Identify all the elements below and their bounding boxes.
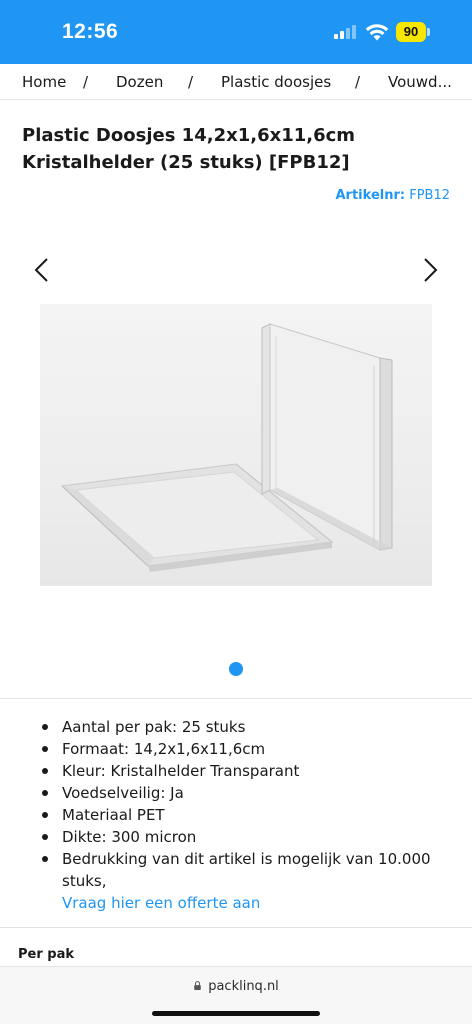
wifi-icon: [365, 24, 389, 41]
sku-label: Artikelnr:: [335, 188, 406, 203]
carousel-dot-active[interactable]: [229, 662, 243, 676]
divider: [0, 927, 472, 928]
battery-indicator: 90: [396, 22, 430, 42]
breadcrumb-vouwdoosjes[interactable]: Vouwd...: [388, 73, 452, 91]
address-bar[interactable]: packlinq.nl: [0, 979, 472, 994]
spec-item: Aantal per pak: 25 stuks: [40, 716, 460, 738]
sku: Artikelnr: FPB12: [336, 188, 451, 203]
lock-icon: [194, 981, 201, 990]
chevron-right-icon[interactable]: [416, 256, 444, 284]
spec-list: Aantal per pak: 25 stuks Formaat: 14,2x1…: [40, 716, 460, 914]
spec-item-text: Bedrukking van dit artikel is mogelijk v…: [62, 850, 431, 890]
spec-item: Materiaal PET: [40, 804, 460, 826]
status-bar: 12:56 90: [0, 0, 472, 64]
spec-item-printing: Bedrukking van dit artikel is mogelijk v…: [40, 848, 460, 914]
breadcrumb: Home / Dozen / Plastic doosjes / Vouwd..…: [0, 64, 472, 100]
spec-item: Formaat: 14,2x1,6x11,6cm: [40, 738, 460, 760]
chevron-left-icon[interactable]: [28, 256, 56, 284]
breadcrumb-separator: /: [355, 73, 361, 91]
title-line-2: Kristalhelder (25 stuks) [FPB12]: [22, 152, 350, 173]
breadcrumb-plastic-doosjes[interactable]: Plastic doosjes: [221, 73, 331, 91]
divider: [0, 698, 472, 699]
per-pak-label: Per pak: [18, 947, 75, 962]
spec-item: Dikte: 300 micron: [40, 826, 460, 848]
url-text: packlinq.nl: [208, 979, 279, 994]
product-image[interactable]: [40, 304, 432, 586]
signal-icon: [334, 25, 358, 39]
status-time: 12:56: [62, 20, 119, 43]
clear-plastic-box-illustration: [60, 323, 393, 572]
title-line-1: Plastic Doosjes 14,2x1,6x11,6cm: [22, 125, 356, 146]
home-indicator[interactable]: [152, 1011, 320, 1016]
breadcrumb-dozen[interactable]: Dozen: [116, 73, 163, 91]
battery-level: 90: [396, 22, 426, 42]
request-quote-link[interactable]: Vraag hier een offerte aan: [62, 892, 460, 914]
browser-bar: packlinq.nl: [0, 966, 472, 1024]
breadcrumb-separator: /: [83, 73, 89, 91]
page-title: Plastic Doosjes 14,2x1,6x11,6cm Kristalh…: [22, 122, 442, 176]
breadcrumb-home[interactable]: Home: [22, 73, 66, 91]
battery-cap: [427, 28, 430, 36]
breadcrumb-separator: /: [188, 73, 194, 91]
sku-value: FPB12: [409, 188, 450, 203]
spec-item: Kleur: Kristalhelder Transparant: [40, 760, 460, 782]
spec-item: Voedselveilig: Ja: [40, 782, 460, 804]
